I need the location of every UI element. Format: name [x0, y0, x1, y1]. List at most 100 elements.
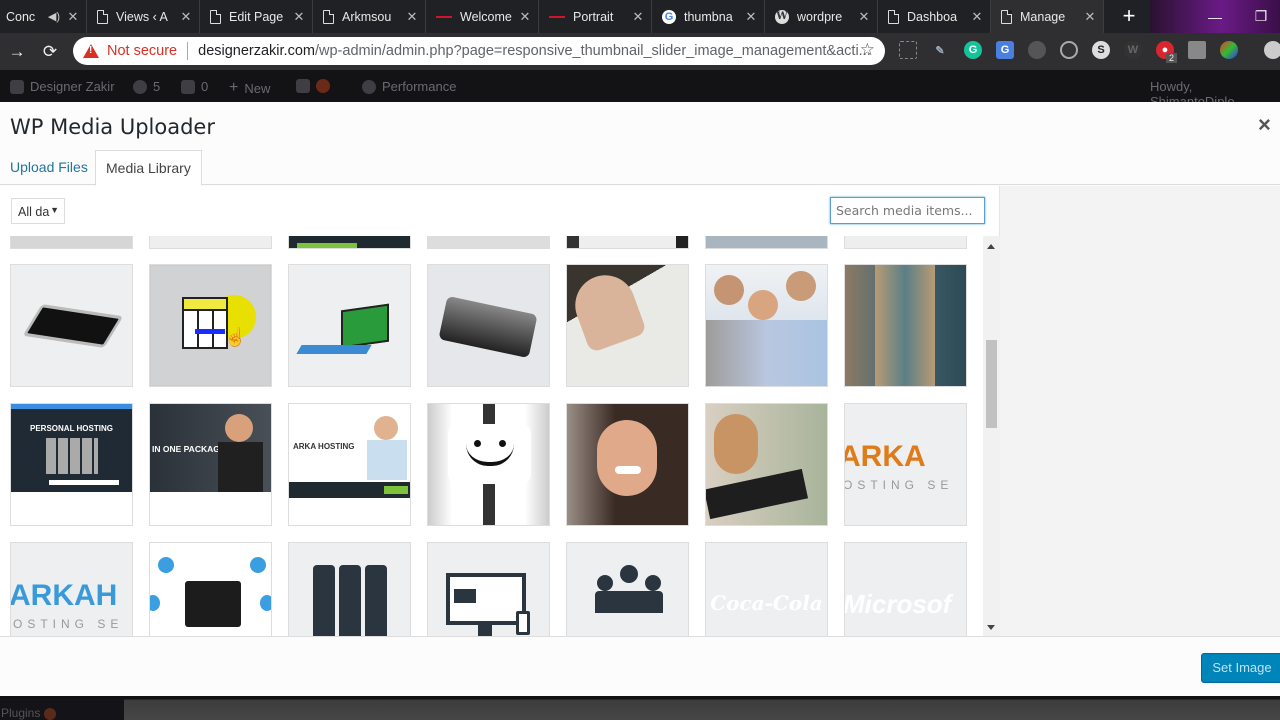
thumb-caption: ARKA — [844, 440, 926, 473]
close-tab-icon[interactable]: ✕ — [518, 9, 532, 25]
date-filter-select[interactable]: All da ▼ — [11, 198, 65, 224]
bookmark-star-icon[interactable]: ☆ — [860, 40, 875, 60]
site-name-link[interactable]: Designer Zakir — [10, 79, 115, 94]
screenshot-extension-icon[interactable] — [899, 41, 917, 59]
media-item-people[interactable] — [705, 264, 828, 387]
wordpress-extension-icon[interactable]: W — [1124, 41, 1142, 59]
tab-upload-files[interactable]: Upload Files — [0, 150, 98, 185]
translate-extension-icon[interactable]: G — [996, 41, 1014, 59]
media-item[interactable] — [844, 236, 967, 249]
media-item-hand-keyboard[interactable] — [566, 264, 689, 387]
search-input[interactable] — [830, 197, 985, 224]
comments-link[interactable]: 0 — [181, 79, 208, 94]
tab-media-library[interactable]: Media Library — [95, 150, 202, 186]
media-item-ipad[interactable] — [10, 264, 133, 387]
eyedropper-extension-icon[interactable]: ✎ — [931, 41, 949, 59]
media-item-arka-hosting[interactable]: ARKA HOSTING — [288, 403, 411, 526]
document-icon — [210, 9, 221, 24]
audio-icon[interactable]: ◀) — [48, 10, 60, 23]
media-item-surface[interactable] — [288, 264, 411, 387]
browser-tab[interactable]: Portrait ✕ — [539, 0, 652, 33]
media-item-arka-logo-blue[interactable]: ARKAH OSTING SE — [10, 542, 133, 636]
media-item-handshake[interactable] — [705, 403, 828, 526]
set-image-button[interactable]: Set Image — [1201, 653, 1280, 683]
document-icon — [1001, 9, 1012, 24]
tab-title: wordpre — [797, 9, 843, 24]
warning-icon — [83, 44, 99, 58]
forward-arrow-icon[interactable]: → — [5, 40, 29, 64]
reload-icon[interactable]: ⟳ — [38, 40, 62, 64]
plus-icon: + — [229, 79, 239, 96]
media-item-cube[interactable]: ☝ — [149, 264, 272, 387]
tab-title: Arkmsou — [342, 9, 392, 24]
browser-tab[interactable]: Wwordpre ✕ — [765, 0, 878, 33]
media-item[interactable] — [705, 236, 828, 249]
media-item-business-team[interactable] — [566, 542, 689, 636]
close-tab-icon[interactable]: ✕ — [405, 9, 419, 25]
scroll-down-icon[interactable] — [987, 625, 995, 630]
restore-button[interactable]: ❐ — [1238, 0, 1280, 33]
media-item[interactable] — [10, 236, 133, 249]
close-tab-icon[interactable]: ✕ — [970, 9, 984, 25]
close-tab-icon[interactable]: ✕ — [66, 9, 80, 25]
thumb-caption: PERSONAL HOSTING — [30, 424, 113, 433]
media-item-desktop-mobile[interactable] — [427, 542, 550, 636]
extension-icon[interactable]: S — [1092, 41, 1110, 59]
media-item[interactable] — [566, 236, 689, 249]
cursor-hand-icon: ☝ — [224, 327, 247, 347]
close-tab-icon[interactable]: ✕ — [179, 9, 193, 25]
wp-admin-bar: Designer Zakir 5 0 + New Performance Howd… — [0, 70, 1280, 109]
media-item-server-icons[interactable] — [149, 542, 272, 636]
media-item-coca-cola[interactable]: Coca-Cola — [705, 542, 828, 636]
browser-tab[interactable]: Conc ◀) ✕ — [0, 0, 87, 33]
comment-icon — [181, 79, 195, 94]
performance-link[interactable]: Performance — [362, 79, 456, 94]
media-item[interactable] — [288, 236, 411, 249]
browser-tab[interactable]: Arkmsou ✕ — [313, 0, 426, 33]
media-item-microsoft[interactable]: Microsof — [844, 542, 967, 636]
media-item-woman-thumbs-up[interactable] — [566, 403, 689, 526]
media-item-personal-hosting[interactable]: PERSONAL HOSTING — [10, 403, 133, 526]
browser-tab[interactable]: Dashboa ✕ — [878, 0, 991, 33]
security-status[interactable]: Not secure — [107, 43, 177, 59]
media-grid-scrollbar[interactable] — [983, 236, 1000, 636]
scroll-up-icon[interactable] — [987, 244, 995, 249]
close-icon[interactable]: × — [1258, 114, 1278, 136]
browser-tab-strip: Conc ◀) ✕ Views ‹ A ✕ Edit Page ✕ Arkmsou ✕… — [0, 0, 1280, 33]
extension-icon[interactable] — [1028, 41, 1046, 59]
extension-icon[interactable] — [1060, 41, 1078, 59]
media-item-arka-logo-orange[interactable]: ARKA OSTING SE — [844, 403, 967, 526]
url-host: designerzakir.com — [198, 43, 315, 59]
minimize-button[interactable]: — — [1192, 0, 1238, 33]
close-tab-icon[interactable]: ✕ — [744, 9, 758, 25]
sidebar-item-plugins[interactable]: Plugins — [0, 699, 124, 720]
camera-extension-icon[interactable] — [1188, 41, 1206, 59]
grammarly-icon[interactable]: G — [964, 41, 982, 59]
new-content-link[interactable]: + New — [229, 79, 270, 97]
seo-link[interactable] — [296, 79, 336, 93]
media-item[interactable] — [427, 236, 550, 249]
browser-tab[interactable]: Welcome ✕ — [426, 0, 539, 33]
media-item-server-racks[interactable] — [288, 542, 411, 636]
close-tab-icon[interactable]: ✕ — [631, 9, 645, 25]
media-item-smiley[interactable] — [427, 403, 550, 526]
extension-icon[interactable] — [1220, 41, 1238, 59]
plugins-label: Plugins — [1, 706, 41, 720]
media-item-one-package[interactable]: IN ONE PACKAGE — [149, 403, 272, 526]
close-tab-icon[interactable]: ✕ — [857, 9, 871, 25]
thumb-caption: Coca-Cola — [710, 591, 823, 615]
new-tab-button[interactable]: + — [1116, 4, 1142, 30]
scrollbar-thumb[interactable] — [986, 340, 997, 428]
close-tab-icon[interactable]: ✕ — [292, 9, 306, 25]
media-item-woman-phone[interactable] — [844, 264, 967, 387]
profile-avatar[interactable] — [1264, 41, 1280, 59]
browser-tab-active[interactable]: Manage ✕ — [991, 0, 1104, 33]
browser-tab[interactable]: Gthumbna ✕ — [652, 0, 765, 33]
media-item-laptop[interactable] — [427, 264, 550, 387]
updates-link[interactable]: 5 — [133, 79, 160, 94]
media-item[interactable] — [149, 236, 272, 249]
browser-tab[interactable]: Edit Page ✕ — [200, 0, 313, 33]
address-bar[interactable]: Not secure designerzakir.com /wp-admin/a… — [73, 37, 885, 65]
browser-tab[interactable]: Views ‹ A ✕ — [87, 0, 200, 33]
close-tab-icon[interactable]: ✕ — [1083, 9, 1097, 25]
